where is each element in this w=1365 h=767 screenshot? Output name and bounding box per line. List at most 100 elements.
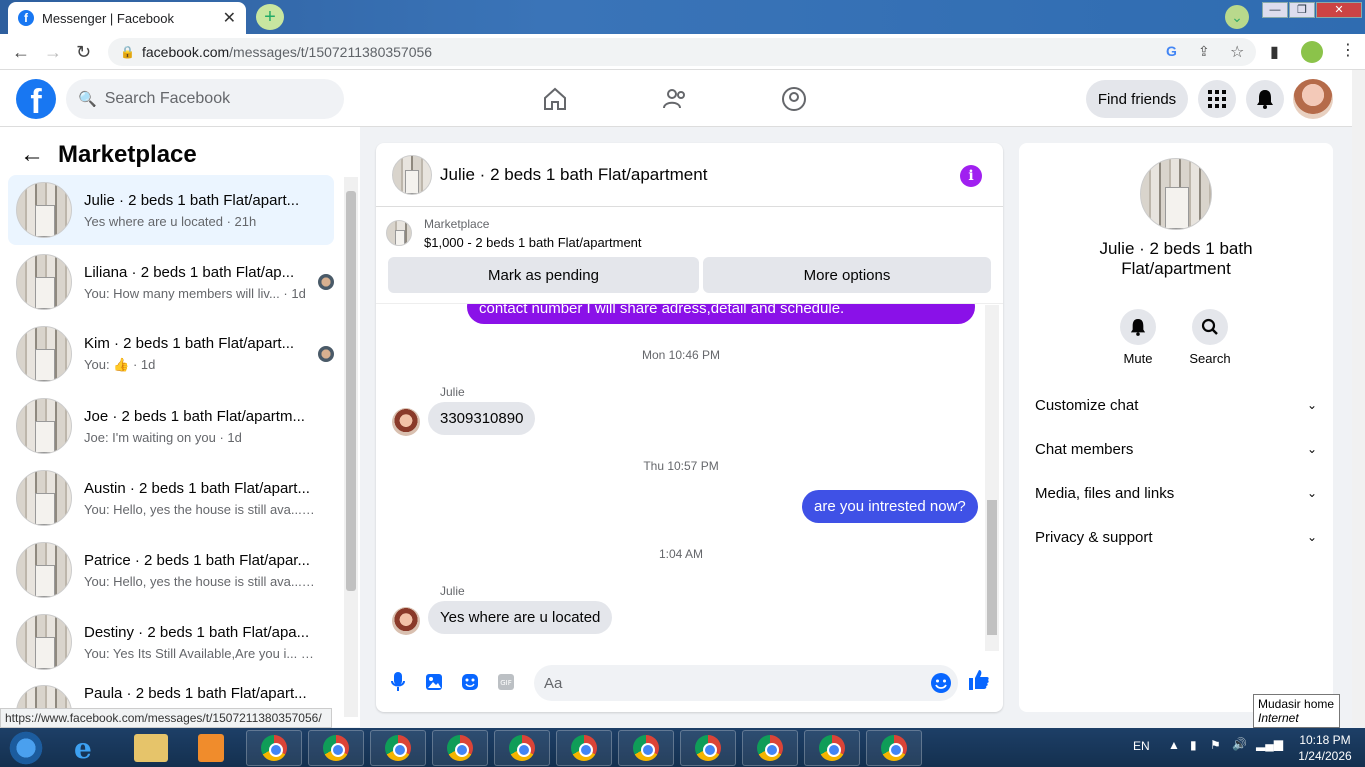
bookmark-star-icon[interactable]: ☆ xyxy=(1230,42,1244,62)
google-icon[interactable]: G xyxy=(1166,43,1177,59)
internet-explorer-icon[interactable]: e xyxy=(74,732,92,765)
back-icon[interactable]: ← xyxy=(12,42,30,63)
message-scrollbar[interactable] xyxy=(985,305,999,651)
network-signal-icon[interactable]: ▂▄▆ xyxy=(1256,737,1283,751)
home-icon[interactable] xyxy=(541,86,569,112)
chrome-icon xyxy=(571,735,597,761)
forward-icon[interactable]: → xyxy=(44,42,62,63)
taskbar-chrome-window[interactable] xyxy=(370,730,426,766)
conversation-preview: Yes where are u located · 21h xyxy=(84,213,257,229)
find-friends-button[interactable]: Find friends xyxy=(1086,80,1188,118)
chat-title[interactable]: Julie · 2 beds 1 bath Flat/apartment xyxy=(440,165,707,185)
sender-avatar[interactable] xyxy=(392,408,420,436)
photo-icon[interactable] xyxy=(423,671,445,693)
battery-icon[interactable]: ▮ xyxy=(1190,738,1197,752)
chevron-down-icon[interactable]: ⌄ xyxy=(1225,5,1249,29)
reload-icon[interactable]: ↻ xyxy=(76,42,91,63)
chat-thumbnail[interactable] xyxy=(392,154,432,195)
gif-icon[interactable]: GIF xyxy=(495,671,517,693)
panel-title: Marketplace xyxy=(58,141,197,168)
conversation-scrollbar[interactable] xyxy=(344,177,358,717)
back-arrow-icon[interactable]: ← xyxy=(20,141,44,169)
sidebar-icon[interactable]: ▮ xyxy=(1270,42,1279,62)
friends-icon[interactable] xyxy=(661,86,689,112)
marketplace-listing-card[interactable]: Marketplace $1,000 - 2 beds 1 bath Flat/… xyxy=(386,213,986,253)
action-center-flag-icon[interactable]: ⚑ xyxy=(1210,738,1221,752)
incoming-message: 3309310890 xyxy=(428,402,536,435)
notifications-bell-icon[interactable] xyxy=(1246,80,1284,118)
mark-as-pending-button[interactable]: Mark as pending xyxy=(388,257,699,293)
seen-avatar xyxy=(318,274,334,290)
page-scrollbar[interactable] xyxy=(1352,70,1365,727)
conversation-item[interactable]: Destiny · 2 beds 1 bath Flat/apa... You: … xyxy=(8,607,334,677)
share-icon[interactable]: ⇪ xyxy=(1198,43,1210,60)
chevron-down-icon: ⌄ xyxy=(1306,442,1317,456)
message-input[interactable]: Aa xyxy=(534,665,958,701)
taskbar-chrome-window[interactable] xyxy=(494,730,550,766)
taskbar-chrome-window[interactable] xyxy=(432,730,488,766)
account-avatar[interactable] xyxy=(1293,79,1333,119)
emoji-icon[interactable] xyxy=(930,672,952,694)
new-tab-button[interactable]: + xyxy=(256,4,284,30)
conversation-item[interactable]: Julie · 2 beds 1 bath Flat/apart... Yes w… xyxy=(8,175,334,245)
conversation-item[interactable]: Patrice · 2 beds 1 bath Flat/apar... You:… xyxy=(8,535,334,605)
scrollbar-thumb[interactable] xyxy=(346,191,356,591)
minimize-button[interactable]: — xyxy=(1262,2,1288,18)
sticker-icon[interactable] xyxy=(459,671,481,693)
facebook-logo-icon[interactable]: f xyxy=(16,79,56,119)
conversation-name: Destiny · 2 beds 1 bath Flat/apa... xyxy=(84,623,310,641)
customize-chat-row[interactable]: Customize chat ⌄ xyxy=(1035,389,1317,421)
groups-icon[interactable] xyxy=(780,86,808,112)
chat-members-row[interactable]: Chat members ⌄ xyxy=(1035,433,1317,465)
listing-thumbnail xyxy=(16,398,72,454)
more-options-button[interactable]: More options xyxy=(703,257,991,293)
restore-button[interactable]: ❐ xyxy=(1289,2,1315,18)
language-indicator[interactable]: EN xyxy=(1133,739,1150,753)
conversation-item[interactable]: Austin · 2 beds 1 bath Flat/apart... You:… xyxy=(8,463,334,533)
taskbar-chrome-window[interactable] xyxy=(556,730,612,766)
browser-tab[interactable]: f Messenger | Facebook ✕ xyxy=(8,2,246,34)
start-button[interactable] xyxy=(6,730,46,766)
volume-icon[interactable]: 🔊 xyxy=(1232,737,1247,751)
search-facebook-input[interactable]: 🔍 Search Facebook xyxy=(66,79,344,119)
profile-icon[interactable] xyxy=(1301,41,1323,63)
sender-avatar[interactable] xyxy=(392,607,420,635)
chat-details-name: Julie · 2 beds 1 bath Flat/apartment xyxy=(1099,239,1253,278)
listing-thumbnail xyxy=(16,254,72,310)
media-player-icon[interactable] xyxy=(198,734,224,762)
conversation-preview: You: 👍 · 1d xyxy=(84,357,156,372)
clock-time[interactable]: 10:18 PM xyxy=(1292,733,1358,747)
file-explorer-icon[interactable] xyxy=(134,734,168,762)
mute-button[interactable]: Mute xyxy=(1108,309,1168,366)
taskbar-chrome-window[interactable] xyxy=(618,730,674,766)
browser-tab-bar: f Messenger | Facebook ✕ + ⌄ — ❐ ✕ xyxy=(0,0,1365,34)
media-files-links-row[interactable]: Media, files and links ⌄ xyxy=(1035,477,1317,509)
taskbar-chrome-window[interactable] xyxy=(680,730,736,766)
microphone-icon[interactable] xyxy=(387,671,409,693)
search-in-chat-button[interactable]: Search xyxy=(1180,309,1240,366)
url-bar[interactable]: 🔒 facebook.com/messages/t/15072113803570… xyxy=(108,38,1256,66)
privacy-support-row[interactable]: Privacy & support ⌄ xyxy=(1035,521,1317,553)
conversation-item[interactable]: Joe · 2 beds 1 bath Flat/apartm... Joe: I… xyxy=(8,391,334,461)
close-tab-icon[interactable]: ✕ xyxy=(223,8,236,28)
taskbar-chrome-window[interactable] xyxy=(246,730,302,766)
conversation-item[interactable]: Liliana · 2 beds 1 bath Flat/ap... You: H… xyxy=(8,247,334,317)
taskbar-chrome-window[interactable] xyxy=(308,730,364,766)
taskbar-chrome-window[interactable] xyxy=(804,730,860,766)
clock-date[interactable]: 1/24/2026 xyxy=(1292,749,1358,763)
facebook-header: f 🔍 Search Facebook Find friends xyxy=(0,70,1352,127)
tray-arrow-icon[interactable]: ▲ xyxy=(1168,738,1180,752)
taskbar-chrome-window[interactable] xyxy=(866,730,922,766)
windows-taskbar: e EN ▲ ▮ ⚑ 🔊 ▂▄▆ 10:18 PM 1/24/2026 xyxy=(0,728,1365,767)
conversation-preview: You: Yes Its Still Available,Are you i..… xyxy=(84,645,316,661)
close-window-button[interactable]: ✕ xyxy=(1316,2,1362,18)
timestamp: Thu 10:57 PM xyxy=(643,459,719,473)
menu-dots-icon[interactable]: ⋮ xyxy=(1340,40,1356,60)
thumbs-up-icon[interactable] xyxy=(968,669,990,691)
taskbar-chrome-window[interactable] xyxy=(742,730,798,766)
info-icon[interactable]: i xyxy=(960,165,982,187)
chrome-icon xyxy=(385,735,411,761)
conversation-item[interactable]: Kim · 2 beds 1 bath Flat/apart... You: 👍 … xyxy=(8,319,334,389)
menu-grid-icon[interactable] xyxy=(1198,80,1236,118)
scrollbar-thumb[interactable] xyxy=(987,500,997,635)
